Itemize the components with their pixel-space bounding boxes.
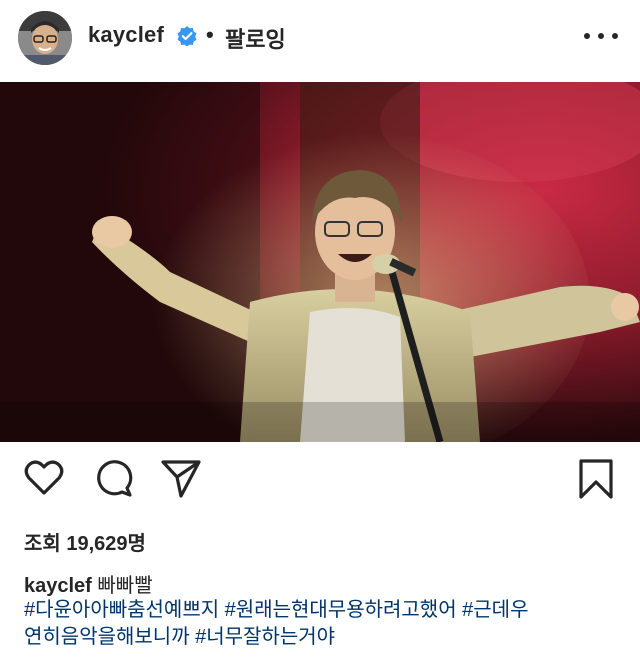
post-action-bar [0, 458, 640, 508]
more-options-icon[interactable] [584, 25, 618, 47]
hashtag-line-2[interactable]: 연히음악을해보니까 #너무잘하는거야 [24, 624, 624, 651]
heart-icon[interactable] [24, 458, 64, 498]
caption: kayclef 빠빠빨 [24, 569, 153, 598]
username[interactable]: kayclef [88, 22, 164, 48]
caption-username[interactable]: kayclef [24, 575, 92, 597]
caption-text: 빠빠빨 [97, 575, 153, 597]
separator-dot: • [206, 22, 214, 47]
comment-icon[interactable] [93, 458, 133, 498]
bookmark-icon[interactable] [578, 458, 614, 500]
post-header: kayclef • 팔로잉 [0, 0, 640, 80]
send-icon[interactable] [160, 458, 202, 498]
verified-badge-icon [177, 26, 197, 46]
post-video[interactable] [0, 82, 640, 442]
hashtag-line-1[interactable]: #다윤아아빠춤선예쁘지 #원래는현대무용하려고했어 #근데우 [24, 597, 624, 624]
view-count[interactable]: 조회 19,629명 [24, 527, 146, 556]
avatar[interactable] [18, 11, 72, 65]
hashtags: #다윤아아빠춤선예쁘지 #원래는현대무용하려고했어 #근데우 연히음악을해보니까… [24, 597, 624, 651]
following-button[interactable]: 팔로잉 [225, 22, 286, 54]
